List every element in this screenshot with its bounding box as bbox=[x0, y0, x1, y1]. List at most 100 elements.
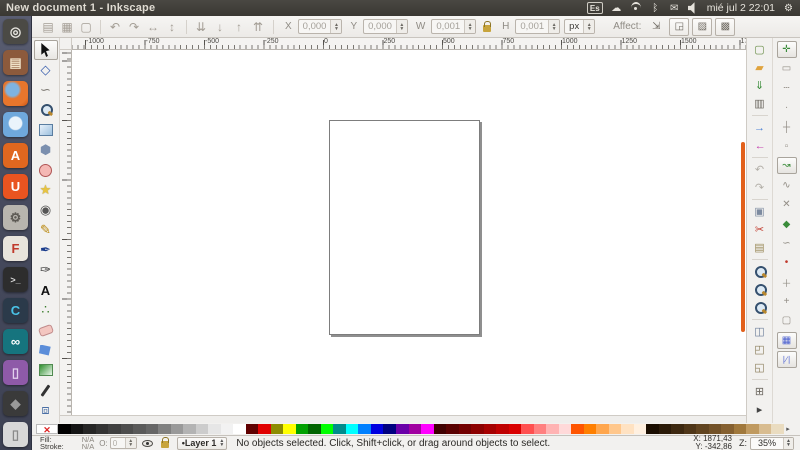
layer-select[interactable]: •Layer 1 ▲▼ bbox=[177, 437, 228, 450]
color-swatch[interactable] bbox=[296, 424, 309, 434]
document-page[interactable] bbox=[329, 120, 480, 335]
w-field[interactable]: 0,001▲▼ bbox=[431, 19, 476, 34]
zoom-value[interactable]: 35% bbox=[751, 438, 783, 449]
color-swatch[interactable] bbox=[358, 424, 371, 434]
layer-lock-icon[interactable] bbox=[161, 441, 169, 448]
color-swatch[interactable] bbox=[83, 424, 96, 434]
scale-corners-toggle[interactable]: ◲ bbox=[669, 18, 689, 36]
color-swatch[interactable] bbox=[183, 424, 196, 434]
color-swatch[interactable] bbox=[659, 424, 672, 434]
fill-stroke-indicator[interactable]: Fill: N/A Stroke: N/A bbox=[40, 436, 94, 450]
duplicate-button[interactable]: ◫ bbox=[751, 323, 769, 340]
select-all-button[interactable]: ▤ bbox=[40, 19, 56, 35]
color-swatch[interactable] bbox=[684, 424, 697, 434]
undo-button[interactable]: ↶ bbox=[751, 161, 769, 178]
color-swatch[interactable] bbox=[171, 424, 184, 434]
lower-button[interactable]: ↓ bbox=[212, 19, 228, 35]
sync-cloud-icon[interactable]: ☁ bbox=[611, 2, 622, 14]
selector-tool[interactable] bbox=[34, 40, 58, 60]
connector-tool[interactable]: ⧈ bbox=[34, 400, 58, 420]
color-swatch[interactable] bbox=[121, 424, 134, 434]
y-spinner-arrows[interactable]: ▲▼ bbox=[396, 20, 407, 33]
export-button[interactable]: → bbox=[751, 137, 769, 154]
zoom-field[interactable]: 35%▲▼ bbox=[750, 437, 794, 450]
move-patterns-toggle[interactable]: ▩ bbox=[715, 18, 735, 36]
unlink-clone-button[interactable]: ◱ bbox=[751, 359, 769, 376]
title-bar[interactable]: New document 1 - Inkscape Es☁ᛒ✉mié jul 2… bbox=[0, 0, 800, 16]
color-swatch[interactable] bbox=[58, 424, 71, 434]
color-swatch[interactable] bbox=[271, 424, 284, 434]
opacity-field[interactable]: 0▲▼ bbox=[110, 437, 137, 449]
color-swatch[interactable] bbox=[196, 424, 209, 434]
vertical-ruler[interactable]: 2500-250-500-750-1000 bbox=[60, 50, 72, 415]
flip-horizontal-button[interactable]: ↔ bbox=[145, 19, 161, 35]
color-swatch[interactable] bbox=[434, 424, 447, 434]
color-swatch[interactable] bbox=[221, 424, 234, 434]
dialogs-button[interactable]: ⊞ bbox=[751, 383, 769, 400]
color-swatch[interactable] bbox=[321, 424, 334, 434]
color-swatch[interactable] bbox=[509, 424, 522, 434]
launcher-ubuntu-one[interactable]: U bbox=[3, 174, 28, 199]
color-swatch[interactable] bbox=[446, 424, 459, 434]
rotate-ccw-button[interactable]: ↶ bbox=[107, 19, 123, 35]
rectangle-tool[interactable] bbox=[34, 120, 58, 140]
snap-bbox-edge-midpoints-toggle[interactable]: ┼ bbox=[777, 119, 797, 136]
lower-to-bottom-button[interactable]: ⇊ bbox=[193, 19, 209, 35]
snap-bbox-toggle[interactable]: ▭ bbox=[777, 60, 797, 77]
canvas[interactable] bbox=[72, 50, 746, 415]
zoom-tool[interactable] bbox=[34, 100, 58, 120]
color-swatch[interactable] bbox=[108, 424, 121, 434]
tweak-tool[interactable]: ∽ bbox=[34, 80, 58, 100]
node-tool[interactable]: ◇ bbox=[34, 60, 58, 80]
color-swatch[interactable] bbox=[521, 424, 534, 434]
color-swatch[interactable] bbox=[71, 424, 84, 434]
zoom-drawing-button[interactable] bbox=[751, 281, 769, 298]
snap-bbox-edges-toggle[interactable]: ┄ bbox=[777, 80, 797, 97]
print-button[interactable]: ▥ bbox=[751, 95, 769, 112]
unit-select[interactable]: px▲▼ bbox=[564, 19, 595, 34]
snap-smooth-nodes-toggle[interactable]: ∽ bbox=[777, 235, 797, 252]
color-swatch[interactable] bbox=[609, 424, 622, 434]
color-swatch[interactable] bbox=[571, 424, 584, 434]
dropper-tool[interactable] bbox=[34, 380, 58, 400]
opacity-value[interactable]: 0 bbox=[111, 438, 125, 448]
opacity-spinner-arrows[interactable]: ▲▼ bbox=[125, 438, 136, 448]
h-spinner-arrows[interactable]: ▲▼ bbox=[548, 20, 559, 33]
horizontal-scrollbar[interactable] bbox=[60, 415, 746, 423]
select-all-layers-button[interactable]: ▦ bbox=[59, 19, 75, 35]
palette-scroll-arrow[interactable]: ▸ bbox=[784, 425, 792, 433]
launcher-terminal[interactable]: >_ bbox=[3, 267, 28, 292]
zoom-page-button[interactable] bbox=[751, 299, 769, 316]
vertical-scrollbar-thumb[interactable] bbox=[741, 142, 745, 332]
color-swatch[interactable] bbox=[621, 424, 634, 434]
clone-button[interactable]: ◰ bbox=[751, 341, 769, 358]
snap-grid-toggle[interactable]: ▦ bbox=[777, 332, 797, 349]
bluetooth-icon[interactable]: ᛒ bbox=[650, 2, 661, 14]
color-swatch[interactable] bbox=[396, 424, 409, 434]
text-tool[interactable]: A bbox=[34, 280, 58, 300]
snap-nodes-toggle[interactable]: ↝ bbox=[777, 157, 797, 174]
x-field[interactable]: 0,000▲▼ bbox=[298, 19, 343, 34]
pen-tool[interactable]: ✒ bbox=[34, 240, 58, 260]
color-swatch[interactable] bbox=[421, 424, 434, 434]
snap-path-intersections-toggle[interactable]: ✕ bbox=[777, 196, 797, 213]
color-swatch[interactable] bbox=[96, 424, 109, 434]
launcher-firefox[interactable] bbox=[3, 81, 28, 106]
volume-icon[interactable] bbox=[688, 2, 699, 14]
spray-tool[interactable]: ∴ bbox=[34, 300, 58, 320]
color-swatch[interactable] bbox=[771, 424, 784, 434]
color-swatch[interactable] bbox=[709, 424, 722, 434]
x-field-value[interactable]: 0,000 bbox=[299, 20, 331, 33]
snap-enable-toggle[interactable]: ✛ bbox=[777, 41, 797, 58]
y-field-value[interactable]: 0,000 bbox=[364, 20, 396, 33]
color-swatch[interactable] bbox=[584, 424, 597, 434]
box3d-tool[interactable]: ⬢ bbox=[34, 140, 58, 160]
paste-button[interactable]: ▤ bbox=[751, 239, 769, 256]
layer-select-arrows[interactable]: ▲▼ bbox=[219, 439, 224, 447]
snap-bbox-centers-toggle[interactable]: ▫ bbox=[777, 138, 797, 155]
x-spinner-arrows[interactable]: ▲▼ bbox=[330, 20, 341, 33]
session-gear-icon[interactable]: ⚙ bbox=[783, 2, 794, 14]
launcher-files[interactable]: ▤ bbox=[3, 50, 28, 75]
color-swatch[interactable] bbox=[634, 424, 647, 434]
eraser-tool[interactable] bbox=[34, 320, 58, 340]
